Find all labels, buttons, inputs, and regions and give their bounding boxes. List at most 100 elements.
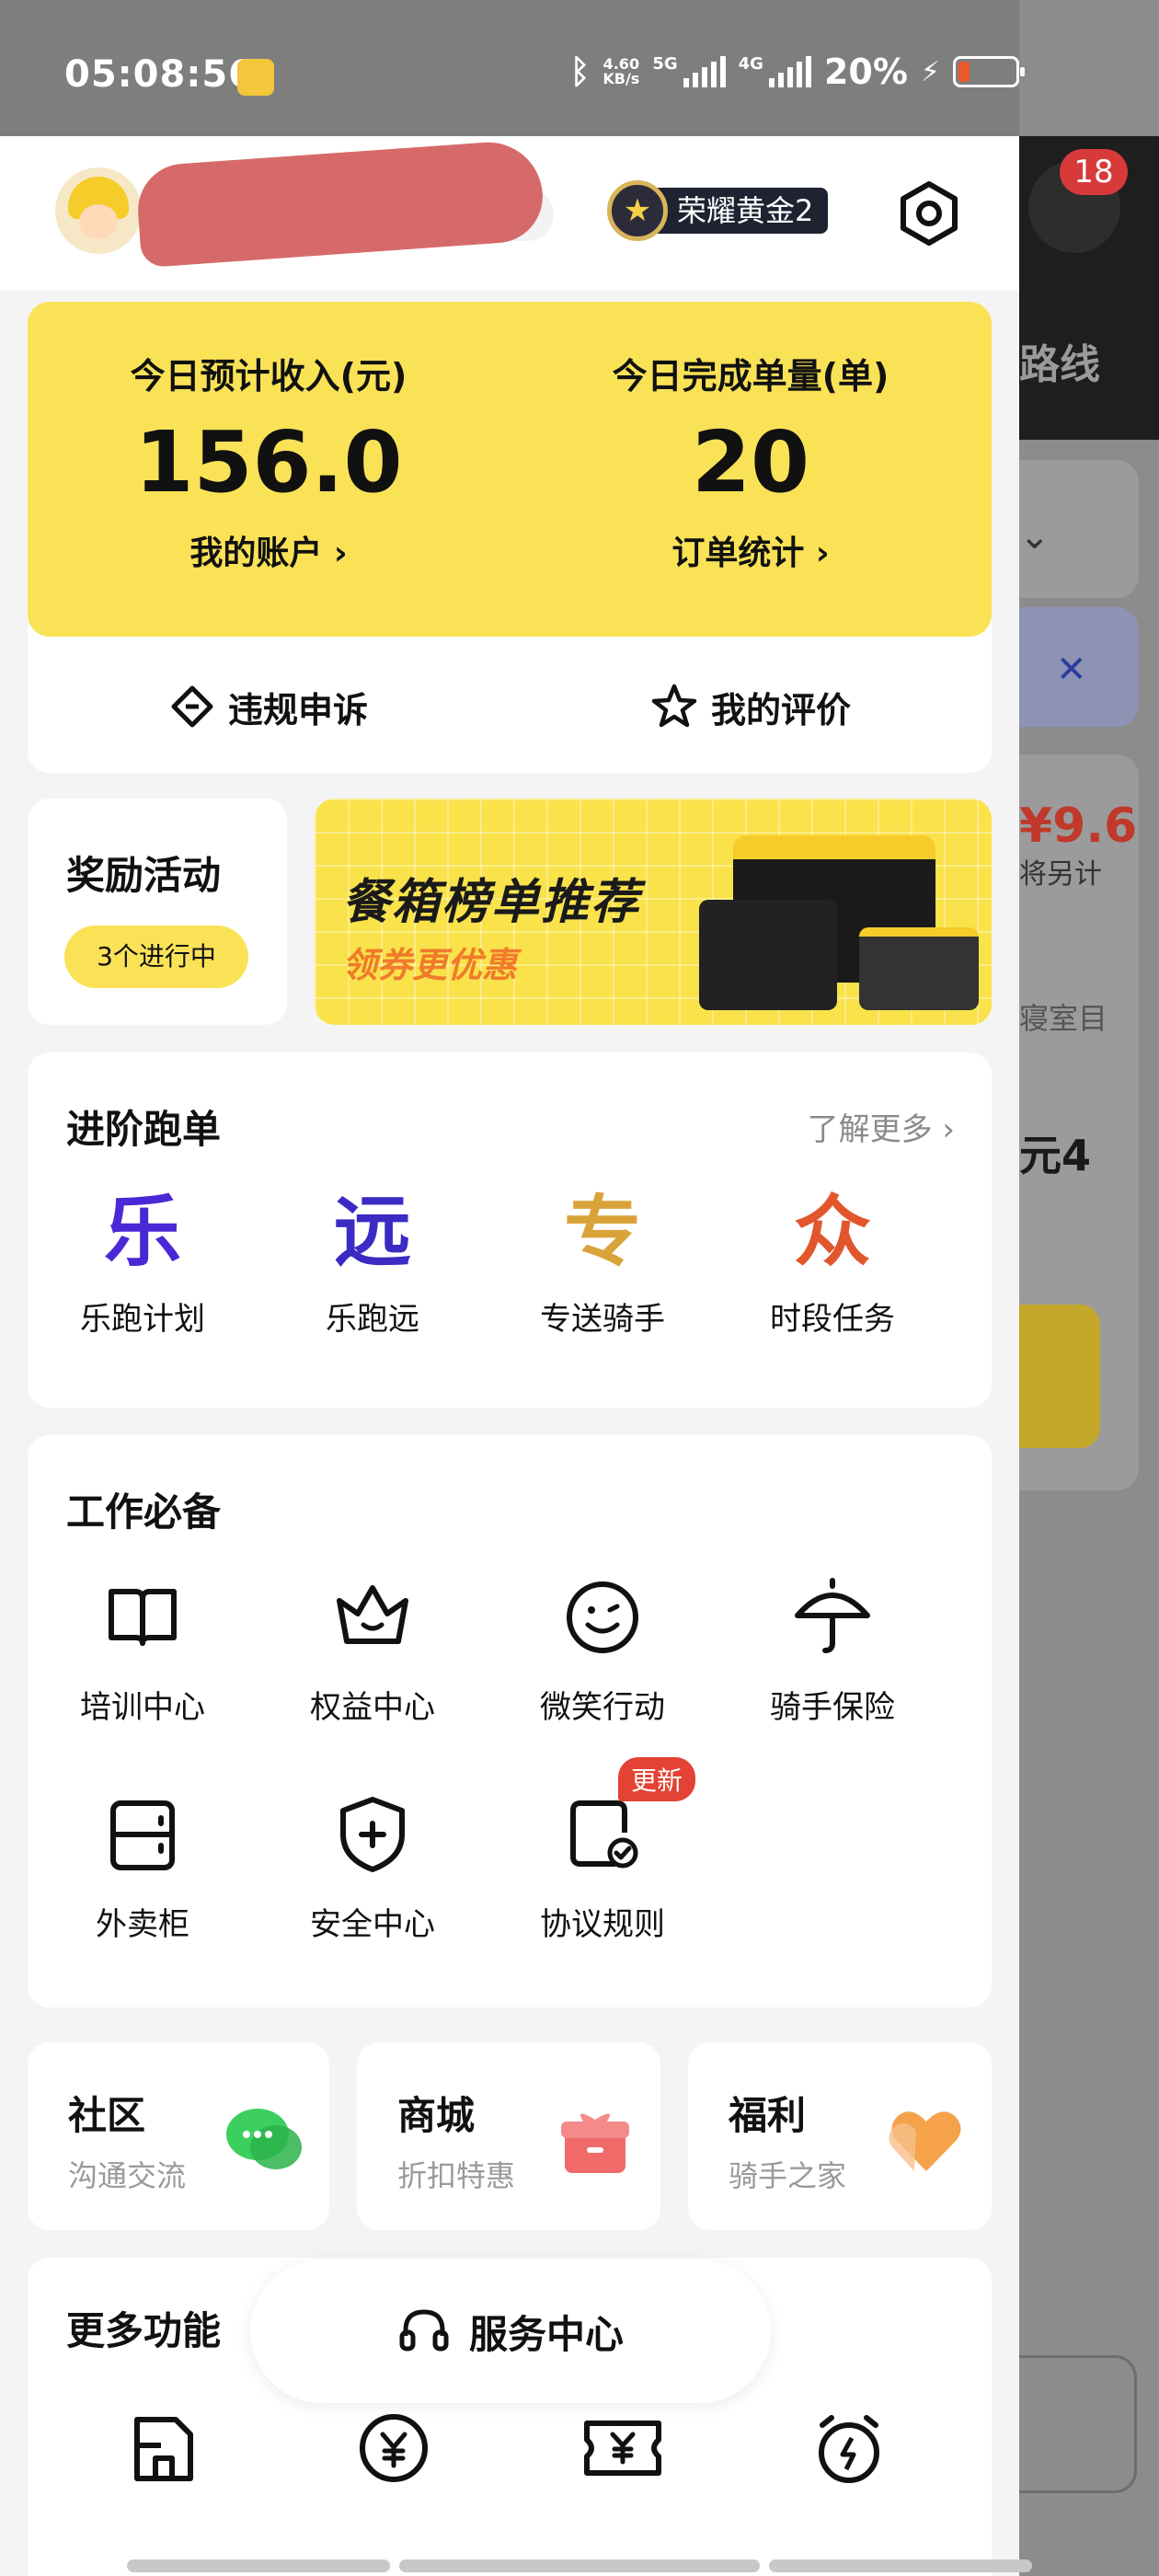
store-icon[interactable]: [124, 2409, 203, 2488]
income-label: 今日预计收入(元): [130, 356, 407, 397]
advanced-run-card: 进阶跑单 了解更多 › 乐 乐跑计划 远 乐跑远 专 专送骑手 众 时段任务: [28, 1052, 992, 1408]
item-label: 微笑行动: [540, 1689, 665, 1726]
my-reviews-button[interactable]: 我的评价: [510, 661, 992, 753]
advanced-item[interactable]: 专 专送骑手: [488, 1181, 717, 1339]
advanced-item[interactable]: 众 时段任务: [717, 1181, 947, 1339]
chevron-down-icon: ⌄: [1019, 515, 1050, 558]
banner-subtitle: 领券更优惠: [342, 945, 518, 985]
zhuan-glyph-icon: 专: [563, 1187, 641, 1277]
settings-icon[interactable]: [894, 178, 964, 248]
avatar[interactable]: [55, 167, 142, 254]
chat-bubbles-icon: [226, 2109, 302, 2169]
reward-title: 奖励活动: [66, 853, 222, 898]
welfare-subtitle: 骑手之家: [729, 2158, 847, 2193]
advanced-item-label: 专送骑手: [540, 1301, 665, 1338]
item-label: 权益中心: [310, 1689, 435, 1726]
shield-plus-icon: [340, 1797, 405, 1872]
community-title: 社区: [68, 2093, 146, 2138]
income-value: 156.0: [134, 413, 403, 512]
mall-subtitle: 折扣特惠: [397, 2158, 516, 2193]
signal-4g-icon: [768, 56, 811, 87]
item-label: 培训中心: [80, 1689, 205, 1726]
le-glyph-icon: 乐: [103, 1187, 181, 1277]
alarm-bolt-icon[interactable]: [808, 2409, 890, 2488]
promo-banner[interactable]: 餐箱榜单推荐 领券更优惠: [315, 799, 992, 1025]
advanced-items: 乐 乐跑计划 远 乐跑远 专 专送骑手 众 时段任务: [28, 1181, 992, 1339]
learn-more-link[interactable]: 了解更多 ›: [808, 1104, 955, 1149]
rider-insurance-item[interactable]: 骑手保险: [717, 1573, 947, 1727]
advanced-item[interactable]: 乐 乐跑计划: [28, 1181, 258, 1339]
banner-title: 餐箱榜单推荐: [342, 875, 641, 930]
umbrella-icon: [795, 1578, 870, 1653]
signal-5g-icon: [683, 56, 726, 87]
background-route-text: 路线: [1019, 341, 1100, 388]
reward-count-pill: 3个进行中: [64, 926, 248, 988]
benefits-center-item[interactable]: 权益中心: [258, 1573, 488, 1727]
appeal-icon: [171, 685, 213, 728]
advanced-item-label: 时段任务: [770, 1301, 895, 1338]
income-summary: 今日预计收入(元) 156.0 我的账户 › 今日完成单量(单) 20 订单统计…: [28, 302, 992, 637]
side-panel: › ★ 荣耀黄金2 今日预计收入(元) 156.0 我的账户 › 今日完成单量(…: [0, 136, 1019, 2576]
mall-card[interactable]: 商城 折扣特惠: [357, 2042, 660, 2230]
service-center-button[interactable]: 服务中心: [250, 2260, 771, 2403]
battery-fill: [958, 62, 970, 82]
rank-label: 荣耀黄金2: [657, 188, 829, 234]
document-check-icon: [570, 1800, 638, 1869]
background-app: 18 路线 ⌄ ✕ ¥9.6 将另计 寝室目 元4: [1019, 0, 1159, 2576]
welfare-card[interactable]: 福利 骑手之家: [688, 2042, 992, 2230]
my-account-link[interactable]: 我的账户 ›: [28, 526, 510, 574]
food-locker-item[interactable]: 外卖柜: [28, 1790, 258, 1944]
work-title: 工作必备: [66, 1489, 222, 1535]
yuan-glyph-icon: 远: [333, 1187, 411, 1277]
income-stat: 今日预计收入(元) 156.0 我的账户 ›: [28, 348, 510, 574]
book-icon: [109, 1589, 177, 1646]
delivery-bag-image: [699, 900, 837, 1010]
community-card[interactable]: 社区 沟通交流: [28, 2042, 329, 2230]
background-price: ¥9.6: [1019, 799, 1138, 854]
training-center-item[interactable]: 培训中心: [28, 1573, 258, 1727]
status-icons: ᛒ 4.60 KB/s 5G 4G 20% ⚡: [569, 52, 1025, 92]
advanced-title: 进阶跑单: [66, 1107, 222, 1152]
star-icon: [651, 684, 697, 728]
advanced-item[interactable]: 远 乐跑远: [258, 1181, 488, 1339]
heart-icon: [889, 2111, 961, 2171]
item-label: 安全中心: [310, 1906, 435, 1943]
yen-coin-icon[interactable]: [354, 2409, 433, 2488]
safety-center-item[interactable]: 安全中心: [258, 1790, 488, 1944]
smile-action-item[interactable]: 微笑行动: [488, 1573, 717, 1727]
gesture-bar[interactable]: [127, 2559, 1032, 2572]
item-label: 骑手保险: [770, 1689, 895, 1726]
appeal-label: 违规申诉: [227, 689, 368, 730]
star-medal-icon: ★: [607, 180, 668, 241]
advanced-item-label: 乐跑计划: [80, 1301, 205, 1338]
clock: 05:08:56: [64, 53, 255, 96]
zhong-glyph-icon: 众: [793, 1187, 871, 1277]
battery-icon: [953, 56, 1025, 87]
background-price-note: 将另计: [1019, 858, 1102, 891]
reward-activity-card[interactable]: 奖励活动 3个进行中: [28, 799, 287, 1025]
community-subtitle: 沟通交流: [68, 2158, 187, 2193]
notification-app-icon: [237, 59, 274, 96]
delivery-case-image: [859, 927, 979, 1010]
mall-title: 商城: [397, 2093, 476, 2138]
orders-value: 20: [691, 413, 810, 512]
order-stats-link[interactable]: 订单统计 ›: [510, 526, 992, 574]
agreement-rules-item[interactable]: 更新 协议规则: [488, 1757, 717, 1944]
headset-icon: [399, 2309, 449, 2352]
bluetooth-icon: ᛒ: [569, 52, 591, 91]
5g-label: 5G: [652, 53, 678, 74]
rank-badge[interactable]: ★ 荣耀黄金2: [607, 180, 829, 241]
service-center-label: 服务中心: [468, 2311, 624, 2357]
yen-ticket-icon[interactable]: [580, 2409, 666, 2488]
new-badge: 更新: [618, 1757, 696, 1801]
appeal-button[interactable]: 违规申诉: [28, 661, 510, 753]
locker-icon: [110, 1800, 175, 1870]
battery-percent: 20%: [823, 52, 908, 92]
orders-label: 今日完成单量(单): [612, 356, 889, 397]
charging-icon: ⚡: [920, 55, 940, 88]
income-card: 今日预计收入(元) 156.0 我的账户 › 今日完成单量(单) 20 订单统计…: [28, 302, 992, 773]
gift-box-icon: [561, 2113, 629, 2173]
my-reviews-label: 我的评价: [710, 689, 851, 730]
crown-icon: [337, 1585, 408, 1644]
work-essentials-card: 工作必备 培训中心 权益中心 微笑行动 骑手保险 外卖柜 安全中心 更新 协议规…: [28, 1435, 992, 2007]
